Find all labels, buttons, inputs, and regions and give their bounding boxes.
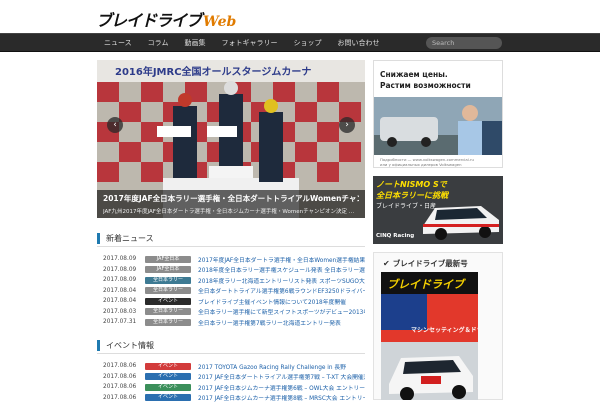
list-item[interactable]: 2017.08.06イベント 2017 JAF全日本ジムカーナ選手権第6戦 – O… xyxy=(97,382,365,393)
list-item[interactable]: 2017.08.03全日本ラリー全日本ラリー選手権にて新型スイフトスポーツがデビ… xyxy=(97,307,365,318)
category-badge[interactable]: イベント xyxy=(145,363,191,370)
list-item[interactable]: 2017.08.06イベント 2017 JAF全日本ダートトライアル選手権第7戦 … xyxy=(97,372,365,383)
ad1-fine2: или у официальных дилеров Volkswagen xyxy=(380,162,474,167)
news-date: 2017.08.09 xyxy=(97,256,145,262)
event-list: 2017.08.06イベント2017 TOYOTA Gazoo Racing R… xyxy=(97,361,365,403)
news-date: 2017.08.04 xyxy=(97,298,145,304)
featured-slider[interactable]: 2016年JMRC全国オールスタージムカーナ 2017年度JAF全日本ラリー選手… xyxy=(97,60,365,218)
news-title-link[interactable]: 全日本ラリー選手権にて新型スイフトスポーツがデビュー2013年開幕戦7位の記録 xyxy=(198,307,365,316)
news-title-link[interactable]: 2017 JAF全日本ジムカーナ選手権第6戦 – OWL大会 エントリー開始 xyxy=(198,383,365,392)
category-badge[interactable]: JAF全日本 xyxy=(145,256,191,263)
category-badge[interactable]: イベント xyxy=(145,373,191,380)
news-title-link[interactable]: 2017 JAF全日本ジムカーナ選手権第8戦 – MRSC大会 エントリー開始 xyxy=(198,393,365,402)
category-badge[interactable]: 全日本ラリー xyxy=(145,277,191,284)
news-date: 2017.08.06 xyxy=(97,384,145,390)
ad2-line2: 全日本ラリーに挑戦 xyxy=(376,190,448,201)
logo-web-text: Web xyxy=(203,14,236,30)
search-input[interactable] xyxy=(426,37,502,49)
ad2-brand: CINQ Racing xyxy=(376,233,414,239)
ad2-line1: ノートNISMO Sで xyxy=(376,179,447,190)
news-date: 2017.07.31 xyxy=(97,319,145,325)
slider-banner-text: 2016年JMRC全国オールスタージムカーナ xyxy=(115,65,311,78)
slider-prev-icon[interactable]: ‹ xyxy=(107,117,123,133)
ad1-photo xyxy=(374,97,503,155)
ad1-line1: Снижаем цены. xyxy=(380,69,471,80)
news-date: 2017.08.09 xyxy=(97,267,145,273)
logo-main-text: ブレイドライブ xyxy=(96,7,201,31)
nav-item-1[interactable]: ニュース xyxy=(96,34,140,53)
list-item[interactable]: 2017.08.06イベント2017 JAF全日本ジムカーナ選手権第8戦 – M… xyxy=(97,393,365,403)
nav-item-5[interactable]: ショップ xyxy=(285,34,329,53)
widget-title-text: ブレイドライブ最新号 xyxy=(393,258,468,269)
list-item[interactable]: 2017.08.04イベントブレイドライブ主催イベント情報について2018年度開… xyxy=(97,296,365,307)
list-item[interactable]: 2017.08.04全日本ラリー全日本ダートトライアル選手権第6戦ラウンドEF3… xyxy=(97,286,365,297)
category-badge[interactable]: イベント xyxy=(145,384,191,391)
ad2-line3: ブレイドライブ・日産 xyxy=(376,201,436,210)
magazine-title: ブレイドライブ xyxy=(387,278,466,291)
site-header: ブレイドライブ Web xyxy=(0,0,600,33)
news-title-link[interactable]: 2018年度全日本ラリー選手権スケジュール発表 全日本ラリー選手権第9戦 xyxy=(198,265,365,274)
category-badge[interactable]: JAF全日本 xyxy=(145,266,191,273)
list-item[interactable]: 2017.08.06イベント 2017 TOYOTA Gazoo Racing R… xyxy=(97,361,365,372)
magazine-cover-art: ブレイドライブ マシンセッティング＆ドライビング術 xyxy=(381,272,478,400)
news-section-title: 新着ニュース xyxy=(97,233,154,244)
news-title-link[interactable]: 全日本ダートトライアル選手権第6戦ラウンドEF3250ドライバーズ xyxy=(198,286,365,295)
news-date: 2017.08.03 xyxy=(97,309,145,315)
category-badge[interactable]: 全日本ラリー xyxy=(145,319,191,326)
magazine-cover[interactable]: ブレイドライブ マシンセッティング＆ドライビング術 xyxy=(381,272,478,400)
sidebar-ad-volkswagen[interactable]: Снижаем цены. Растим возможности Подробн… xyxy=(373,60,503,168)
site-logo[interactable]: ブレイドライブ Web xyxy=(96,7,236,29)
category-badge[interactable]: 全日本ラリー xyxy=(145,287,191,294)
news-title-link[interactable]: 2017年度JAF全日本ダートラ選手権・全日本Women選手権結果 xyxy=(198,255,365,264)
nav-item-2[interactable]: コラム xyxy=(140,34,177,53)
ad1-line2: Растим возможности xyxy=(380,80,471,91)
slider-caption[interactable]: 2017年度JAF全日本ラリー選手権・全日本ダートトライアルWomenチャンピオ… xyxy=(97,190,365,218)
news-date: 2017.08.06 xyxy=(97,363,145,369)
ad1-headline: Снижаем цены. Растим возможности xyxy=(380,69,471,91)
category-badge[interactable]: イベント xyxy=(145,394,191,401)
nav-item-6[interactable]: お問い合わせ xyxy=(329,34,387,53)
slider-next-icon[interactable]: › xyxy=(339,117,355,133)
news-title-link[interactable]: 2017 TOYOTA Gazoo Racing Rally Challenge… xyxy=(198,362,365,371)
list-item[interactable]: 2017.07.31全日本ラリー全日本ラリー選手権第7戦ラリー北海道エントリー発… xyxy=(97,317,365,328)
main-navigation: ニュースコラム動画集フォトギャラリーショップお問い合わせ xyxy=(0,33,600,52)
news-title-link[interactable]: 2017 JAF全日本ダートトライアル選手権第7戦 – T-XT 大会開催決定 … xyxy=(198,372,365,381)
nav-items: ニュースコラム動画集フォトギャラリーショップお問い合わせ xyxy=(96,34,387,53)
slider-excerpt: JAF九州2017年度JAF全日本ダートラ選手権・全日本ジムカーナ選手権・Wom… xyxy=(103,207,359,215)
event-section-title: イベント情報 xyxy=(97,340,154,351)
slider-title[interactable]: 2017年度JAF全日本ラリー選手権・全日本ダートトライアルWomenチャンピオ… xyxy=(103,193,359,204)
event-section-divider xyxy=(97,353,365,354)
nav-item-4[interactable]: フォトギャラリー xyxy=(213,34,285,53)
news-section-divider xyxy=(97,246,365,247)
sidebar-ad-nismo[interactable]: ノートNISMO Sで 全日本ラリーに挑戦 ブレイドライブ・日産 CINQ Ra… xyxy=(373,176,503,244)
news-date: 2017.08.06 xyxy=(97,374,145,380)
news-date: 2017.08.09 xyxy=(97,277,145,283)
news-date: 2017.08.04 xyxy=(97,288,145,294)
news-list: 2017.08.09JAF全日本2017年度JAF全日本ダートラ選手権・全日本W… xyxy=(97,254,365,328)
news-title-link[interactable]: ブレイドライブ主催イベント情報について2018年度開催 xyxy=(198,297,365,306)
nav-item-3[interactable]: 動画集 xyxy=(176,34,213,53)
list-item[interactable]: 2017.08.09JAF全日本 2018年度全日本ラリー選手権スケジュール発表 … xyxy=(97,265,365,276)
magazine-headline: マシンセッティング＆ドライビング術 xyxy=(411,326,478,334)
news-title-link[interactable]: 2018年度ラリー北海道エントリーリスト発表 スポーツSUGO大会第10戦 xyxy=(198,276,365,285)
checkmark-icon: ✔ xyxy=(383,259,390,268)
list-item[interactable]: 2017.08.09JAF全日本 2017年度JAF全日本ダートラ選手権・全日本W… xyxy=(97,254,365,265)
ad1-disclaimer: Подробности — www.volkswagen-commercial.… xyxy=(380,157,474,167)
list-item[interactable]: 2017.08.09全日本ラリー 2018年度ラリー北海道エントリーリスト発表 ス… xyxy=(97,275,365,286)
widget-title: ✔ ブレイドライブ最新号 xyxy=(383,258,468,269)
news-title-link[interactable]: 全日本ラリー選手権第7戦ラリー北海道エントリー発表 xyxy=(198,318,365,327)
category-badge[interactable]: イベント xyxy=(145,298,191,305)
category-badge[interactable]: 全日本ラリー xyxy=(145,308,191,315)
